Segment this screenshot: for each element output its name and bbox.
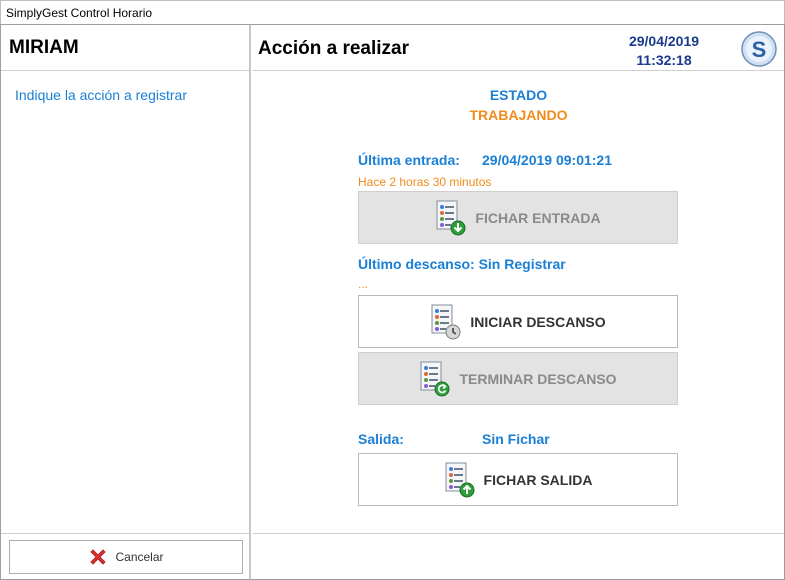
fichar-entrada-label: FICHAR ENTRADA (475, 209, 601, 226)
cancel-x-icon (90, 549, 107, 565)
salida-value: Sin Fichar (482, 431, 550, 447)
user-list-arrow-down-icon (436, 200, 466, 235)
ultimo-descanso-sub: ... (358, 277, 369, 291)
left-footer: Cancelar (1, 533, 249, 579)
estado-label: ESTADO (489, 87, 548, 103)
window-title: SimplyGest Control Horario (6, 6, 153, 20)
instruction-text: Indique la acción a registrar (15, 87, 187, 103)
fichar-salida-label: FICHAR SALIDA (483, 471, 593, 488)
right-header: Acción a realizar 29/04/2019 11:32:18 S (253, 25, 784, 71)
current-date: 29/04/2019 (628, 33, 700, 49)
cancel-button-label: Cancelar (115, 550, 164, 564)
user-name: MIRIAM (1, 25, 249, 71)
main-window: MIRIAM Indique la acción a registrar Can… (0, 24, 785, 580)
right-panel: Acción a realizar 29/04/2019 11:32:18 S … (253, 25, 784, 579)
ultimo-descanso-label: Último descanso: Sin Registrar (358, 256, 566, 272)
current-time: 11:32:18 (636, 52, 692, 68)
user-list-arrow-up-icon (445, 462, 475, 497)
ultima-entrada-label: Última entrada: (358, 152, 460, 168)
salida-label: Salida: (358, 431, 404, 447)
iniciar-descanso-button[interactable]: INICIAR DESCANSO (358, 295, 678, 348)
user-list-return-icon (420, 361, 450, 396)
cancel-button[interactable]: Cancelar (9, 540, 243, 574)
datetime-display: 29/04/2019 11:32:18 (603, 32, 725, 70)
left-panel: MIRIAM Indique la acción a registrar Can… (1, 25, 251, 579)
iniciar-descanso-label: INICIAR DESCANSO (470, 313, 606, 330)
window-titlebar: SimplyGest Control Horario (0, 0, 785, 24)
user-list-clock-icon (431, 304, 461, 339)
terminar-descanso-label: TERMINAR DESCANSO (459, 370, 617, 387)
page-title: Acción a realizar (258, 38, 410, 59)
fichar-salida-button[interactable]: FICHAR SALIDA (358, 453, 678, 506)
estado-value: TRABAJANDO (469, 107, 568, 123)
right-footer (253, 533, 784, 579)
terminar-descanso-button[interactable]: TERMINAR DESCANSO (358, 352, 678, 405)
ultima-entrada-value: 29/04/2019 09:01:21 (482, 152, 612, 168)
fichar-entrada-button[interactable]: FICHAR ENTRADA (358, 191, 678, 244)
app-logo-icon: S (741, 31, 777, 67)
ultima-entrada-ago: Hace 2 horas 30 minutos (358, 175, 492, 189)
svg-text:S: S (752, 37, 767, 62)
